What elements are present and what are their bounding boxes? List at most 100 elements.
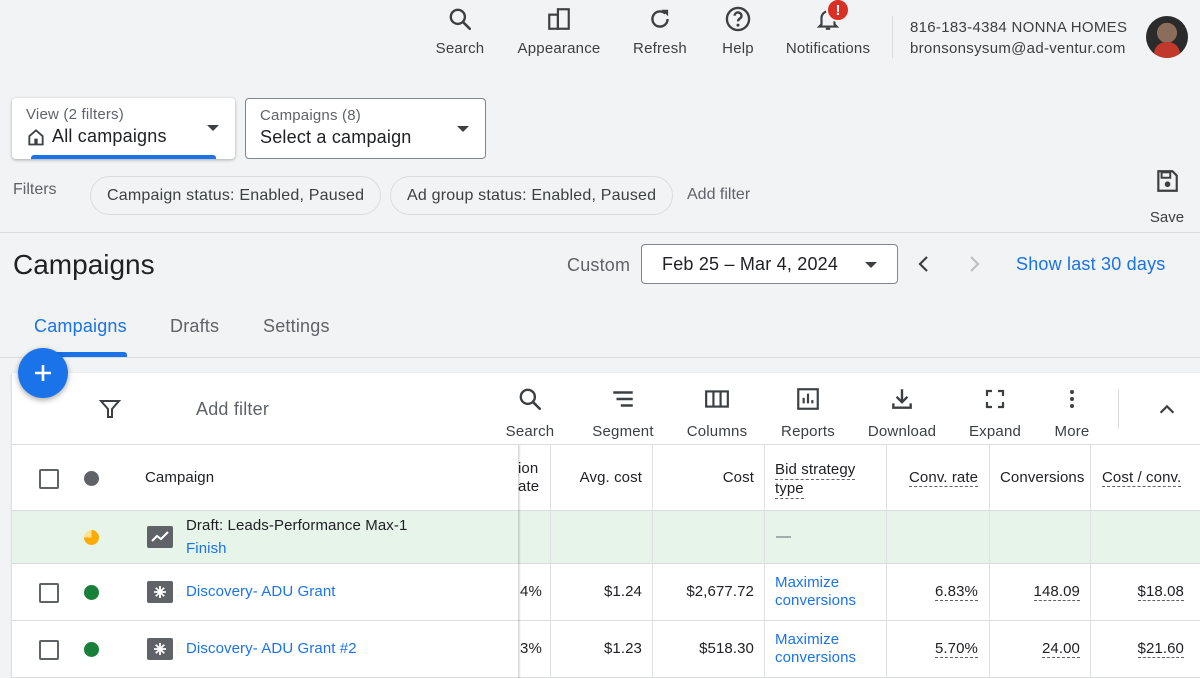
table-row[interactable]: Discovery- ADU Grant 4% $1.24 $2,677.72 …	[12, 564, 1200, 621]
sticky-column-shadow	[518, 445, 521, 678]
draft-name: Draft: Leads-Performance Max-1	[186, 517, 408, 534]
columns-icon	[704, 385, 730, 413]
more-vert-icon	[1060, 385, 1084, 413]
cell-bid-line2: conversions	[775, 649, 857, 666]
download-icon	[889, 385, 915, 413]
table-row[interactable]: Discovery- ADU Grant #2 3% $1.23 $518.30…	[12, 621, 1200, 678]
add-filter-link[interactable]: Add filter	[687, 186, 750, 204]
view-selector[interactable]: View (2 filters) All campaigns	[12, 98, 235, 159]
header-cost[interactable]: Cost	[652, 469, 754, 486]
filter-icon[interactable]	[98, 397, 122, 426]
plus-icon	[35, 365, 51, 381]
save-icon	[1154, 168, 1180, 199]
table-search-button[interactable]: Search	[504, 385, 556, 440]
campaign-name-link[interactable]: Discovery- ADU Grant #2	[186, 640, 357, 657]
header-bid-strategy-type[interactable]: Bid strategy type	[775, 461, 856, 499]
segment-button[interactable]: Segment	[590, 385, 656, 440]
search-icon	[517, 385, 543, 413]
avatar[interactable]	[1146, 16, 1188, 58]
notifications-button[interactable]: ! Notifications	[780, 0, 876, 64]
download-label: Download	[867, 423, 937, 440]
chevron-down-icon	[207, 125, 219, 131]
select-all-checkbox[interactable]	[39, 469, 59, 489]
header-conversion-rate-partial[interactable]: ion ate	[518, 460, 539, 496]
more-label: More	[1054, 423, 1090, 440]
header-cost-per-conv[interactable]: Cost / conv.	[1102, 469, 1182, 487]
more-button[interactable]: More	[1050, 385, 1094, 440]
column-divider	[764, 445, 765, 678]
expand-button[interactable]: Expand	[966, 385, 1024, 440]
cell-cost-per-conv[interactable]: $18.08	[1094, 583, 1184, 601]
tab-campaigns[interactable]: Campaigns	[34, 316, 127, 337]
show-last-30-days-link[interactable]: Show last 30 days	[1016, 254, 1165, 275]
cell-conversions-text: 24.00	[1041, 640, 1080, 658]
header-cost-conv-text: Cost / conv.	[1102, 469, 1182, 487]
filter-chip-ad-group-status[interactable]: Ad group status: Enabled, Paused	[390, 176, 674, 215]
help-icon	[724, 4, 752, 34]
enabled-status-icon	[84, 585, 99, 600]
draft-bid-strategy: —	[776, 528, 792, 545]
cell-bid-line1: Maximize	[775, 574, 840, 591]
columns-button[interactable]: Columns	[684, 385, 750, 440]
appearance-button[interactable]: Appearance	[514, 4, 604, 64]
table-add-filter[interactable]: Add filter	[196, 399, 269, 420]
header-conv-rate[interactable]: Conv. rate	[909, 469, 979, 487]
filters-label: Filters	[13, 181, 57, 198]
fullscreen-icon	[983, 385, 1007, 413]
header-avg-cost[interactable]: Avg. cost	[550, 469, 642, 486]
cell-conv-rate-text: 5.70%	[934, 640, 978, 658]
cell-conv-rate[interactable]: 5.70%	[892, 640, 978, 658]
row-checkbox[interactable]	[39, 640, 59, 660]
cell-cost-conv-text: $18.08	[1137, 583, 1184, 601]
columns-label: Columns	[686, 423, 748, 440]
campaign-name-link[interactable]: Discovery- ADU Grant	[186, 583, 336, 600]
refresh-label: Refresh	[633, 40, 687, 57]
refresh-button[interactable]: Refresh	[630, 4, 690, 64]
campaigns-table-card: Add filter Search Segment Columns Report…	[12, 373, 1200, 678]
next-period-button[interactable]	[962, 252, 986, 276]
account-name: 816-183-4384 NONNA HOMES	[910, 19, 1128, 36]
cell-bid-strategy[interactable]: Maximize conversions	[775, 574, 856, 610]
tab-drafts[interactable]: Drafts	[170, 316, 219, 337]
add-campaign-button[interactable]	[18, 348, 68, 398]
cell-cost-per-conv[interactable]: $21.60	[1094, 640, 1184, 658]
tab-settings[interactable]: Settings	[263, 316, 330, 337]
cell-avg-cost: $1.24	[603, 583, 642, 600]
notifications-label: Notifications	[785, 40, 871, 57]
date-range-picker[interactable]: Feb 25 – Mar 4, 2024	[641, 244, 898, 284]
campaign-selector[interactable]: Campaigns (8) Select a campaign	[245, 98, 486, 159]
view-selector-value: All campaigns	[52, 126, 167, 146]
header-conv-rate-text: Conv. rate	[909, 469, 979, 487]
cell-conversions[interactable]: 24.00	[992, 640, 1080, 658]
cell-bid-strategy[interactable]: Maximize conversions	[775, 631, 856, 667]
top-bar: Search Appearance Refresh Help ! Notific…	[0, 0, 1200, 72]
help-button[interactable]: Help	[718, 4, 758, 64]
cell-cost: $2,677.72	[686, 583, 754, 600]
chevron-left-icon	[918, 256, 928, 272]
header-campaign[interactable]: Campaign	[145, 469, 214, 486]
notification-badge: !	[826, 0, 850, 22]
cell-conv-rate[interactable]: 6.83%	[892, 583, 978, 601]
cell-conversions[interactable]: 148.09	[992, 583, 1080, 601]
account-info[interactable]: 816-183-4384 NONNA HOMES bronsonsysum@ad…	[910, 17, 1127, 59]
row-checkbox[interactable]	[39, 583, 59, 603]
filter-chip-campaign-status[interactable]: Campaign status: Enabled, Paused	[90, 176, 382, 215]
expand-label: Expand	[968, 423, 1022, 440]
cell-bid-line2: conversions	[775, 592, 857, 609]
status-column-icon	[84, 471, 99, 486]
column-divider	[989, 445, 990, 678]
draft-finish-link[interactable]: Finish	[186, 540, 227, 557]
reports-button[interactable]: Reports	[776, 385, 840, 440]
header-conversions[interactable]: Conversions	[1000, 469, 1086, 486]
chevron-up-icon[interactable]	[1156, 399, 1178, 426]
save-button[interactable]: Save	[1146, 168, 1188, 226]
discovery-campaign-icon	[147, 638, 173, 660]
previous-period-button[interactable]	[912, 252, 936, 276]
performance-max-icon	[147, 526, 173, 548]
top-search-button[interactable]: Search	[434, 4, 486, 64]
campaign-selector-count: Campaigns (8)	[260, 107, 361, 124]
segment-label: Segment	[592, 423, 654, 440]
table-row-draft[interactable]: Draft: Leads-Performance Max-1 Finish —	[12, 511, 1200, 564]
column-divider	[652, 445, 653, 678]
download-button[interactable]: Download	[864, 385, 940, 440]
